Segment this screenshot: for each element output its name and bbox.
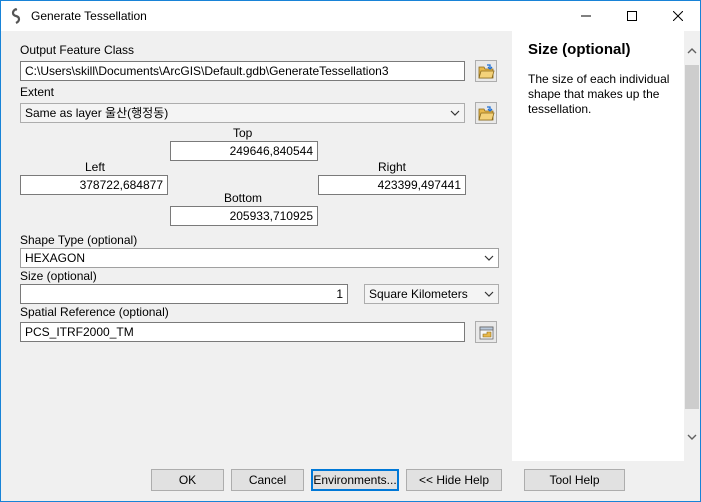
shape-type-select[interactable]: HEXAGON [20,248,499,268]
output-browse-button[interactable] [475,60,497,82]
minimize-icon [581,15,591,17]
help-title: Size (optional) [528,41,631,58]
extent-browse-button[interactable] [475,102,497,124]
extent-top-input[interactable]: 249646,840544 [170,141,318,161]
parameters-panel: Output Feature Class C:\Users\skill\Docu… [1,31,511,461]
chevron-down-icon [484,291,494,297]
chevron-down-icon [450,110,460,116]
dialog-button-bar: OK Cancel Environments... << Hide Help T… [1,461,700,501]
output-feature-class-label: Output Feature Class [20,43,135,57]
spatial-reference-input[interactable]: PCS_ITRF2000_TM [20,322,465,342]
extent-bottom-input[interactable]: 205933,710925 [170,206,318,226]
size-input[interactable]: 1 [20,284,348,304]
minimize-button[interactable] [563,1,609,31]
extent-right-input[interactable]: 423399,497441 [318,175,466,195]
close-button[interactable] [655,1,701,31]
help-description: The size of each individual shape that m… [528,72,670,116]
chevron-down-icon [484,255,494,261]
close-icon [673,11,683,21]
shape-type-label: Shape Type (optional) [20,233,138,247]
scroll-down-button[interactable] [684,429,700,445]
generate-tessellation-dialog: Generate Tessellation Output Feature Cla… [0,0,701,502]
extent-bottom-label: Bottom [224,191,263,205]
cancel-button[interactable]: Cancel [231,469,304,491]
window-title: Generate Tessellation [31,9,147,23]
extent-label: Extent [20,85,55,99]
title-bar[interactable]: Generate Tessellation [1,1,700,31]
extent-left-input[interactable]: 378722,684877 [20,175,168,195]
folder-open-icon [477,63,495,78]
extent-selected-value: Same as layer 울산(행정동) [25,106,169,120]
help-scrollbar[interactable] [684,31,700,461]
scroll-up-button[interactable] [684,43,700,59]
chevron-up-icon [687,48,697,54]
maximize-button[interactable] [609,1,655,31]
hide-help-button[interactable]: << Hide Help [406,469,502,491]
output-feature-class-input[interactable]: C:\Users\skill\Documents\ArcGIS\Default.… [20,61,465,81]
ok-button[interactable]: OK [151,469,224,491]
extent-select[interactable]: Same as layer 울산(행정동) [20,103,465,123]
size-unit-select[interactable]: Square Kilometers [364,284,499,304]
spatial-reference-properties-button[interactable] [475,321,497,343]
spatial-reference-label: Spatial Reference (optional) [20,305,169,319]
tool-help-button[interactable]: Tool Help [524,469,625,491]
folder-open-icon [477,105,495,120]
scroll-thumb[interactable] [685,65,699,409]
maximize-icon [627,11,637,21]
size-label: Size (optional) [20,269,97,283]
environments-button[interactable]: Environments... [311,469,399,491]
extent-left-label: Left [85,160,106,174]
arcgis-app-icon [11,8,21,24]
help-panel: Size (optional) The size of each individ… [512,31,684,461]
properties-icon [479,326,493,339]
extent-top-label: Top [233,126,253,140]
extent-right-label: Right [378,160,407,174]
size-unit-selected-value: Square Kilometers [369,287,468,301]
shape-type-selected-value: HEXAGON [25,251,86,265]
chevron-down-icon [687,434,697,440]
